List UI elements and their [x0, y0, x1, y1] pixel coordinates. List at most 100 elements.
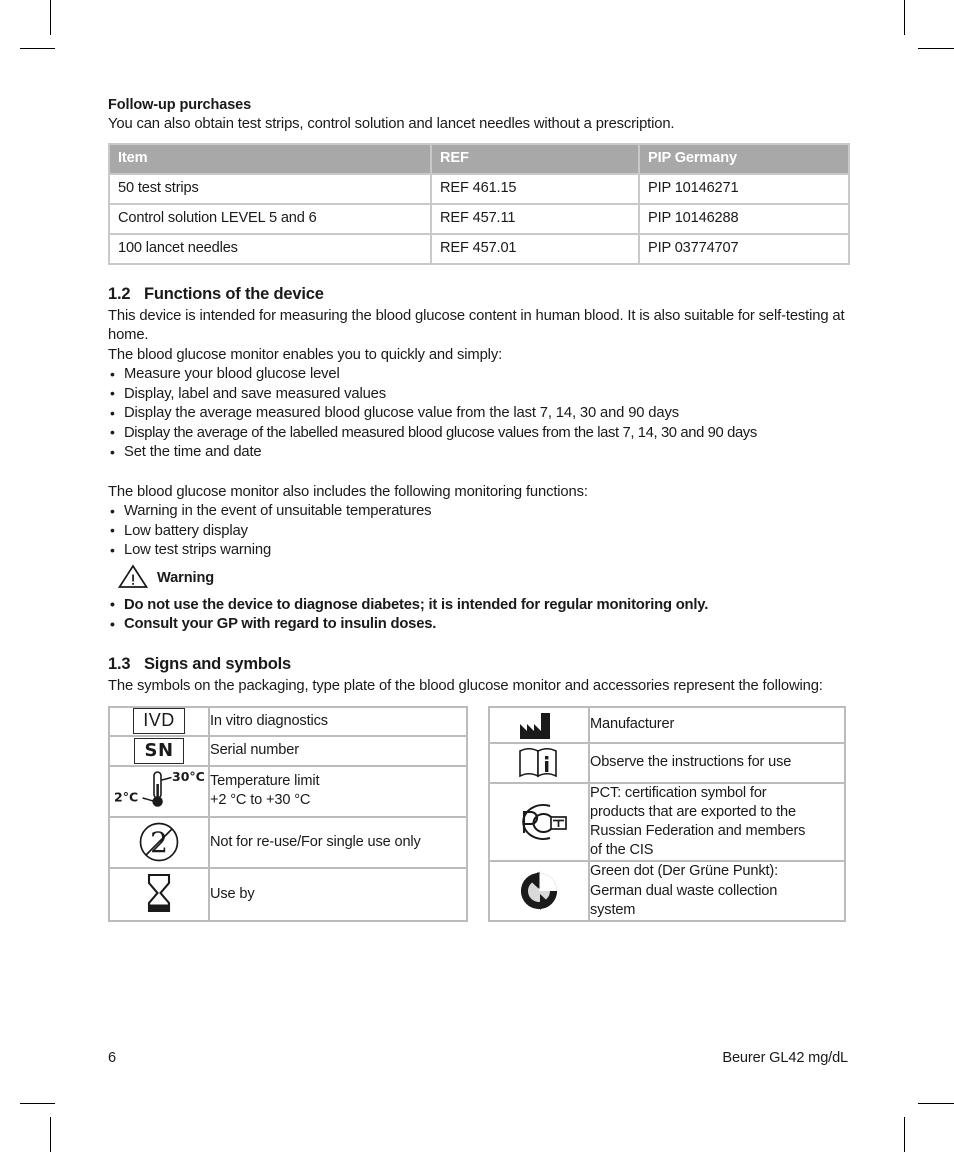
symbol-label: Green dot (Der Grüne Punkt): German dual…: [590, 862, 844, 920]
list-item: Consult your GP with regard to insulin d…: [108, 615, 848, 635]
crop-mark-top-right-horizontal: [918, 48, 954, 50]
signs-intro: The symbols on the packaging, type plate…: [108, 678, 823, 695]
column-header-ref: REF: [432, 144, 638, 173]
list-item: Warning in the event of unsuitable tempe…: [108, 502, 848, 522]
ivd-icon: IVD: [110, 707, 208, 736]
crop-mark-top-left-horizontal: [20, 48, 55, 50]
section-number: 1.3: [108, 655, 131, 674]
svg-text:30°C: 30°C: [172, 769, 205, 784]
instructions-for-use-icon-graphic: [490, 744, 588, 782]
temperature-limit-icon: 30°C 2°C: [110, 766, 208, 816]
symbol-label-line4: of the CIS: [590, 842, 654, 859]
symbol-label: Manufacturer: [590, 707, 844, 742]
temperature-limit-icon-graphic: 30°C 2°C: [110, 768, 208, 814]
functions-paragraph-2: The blood glucose monitor enables you to…: [108, 346, 503, 363]
section-title: Signs and symbols: [144, 655, 291, 674]
table-row: Use by: [110, 868, 466, 920]
warning-label: Warning: [157, 570, 215, 587]
monitoring-bullet-list: Warning in the event of unsuitable tempe…: [108, 502, 848, 561]
pct-certification-icon-graphic: [490, 797, 588, 847]
list-item: Display, label and save measured values: [108, 384, 848, 405]
green-dot-recycling-icon: [490, 862, 588, 920]
symbol-label: Use by: [210, 868, 466, 920]
use-by-hourglass-icon: [110, 868, 208, 920]
table-row: Observe the instructions for use: [490, 743, 844, 782]
warning-triangle-icon: [117, 564, 149, 593]
follow-up-purchases-heading: Follow-up purchases: [108, 97, 252, 113]
column-header-item: Item: [110, 144, 430, 173]
table-row: SN Serial number: [110, 737, 466, 765]
manufacturer-factory-icon-graphic: [490, 708, 588, 742]
table-row: 30°C 2°C Temperature limit +2 °C to +30 …: [110, 766, 466, 816]
functions-paragraph-1: This device is intended for measuring th…: [108, 307, 845, 344]
list-item: Do not use the device to diagnose diabet…: [108, 595, 848, 616]
sn-icon-label: SN: [134, 738, 184, 765]
green-dot-recycling-icon-graphic: [490, 869, 588, 913]
ivd-icon-label: IVD: [133, 708, 185, 735]
cell-pip: PIP 10146288: [640, 204, 848, 233]
symbol-label-line2: +2 °C to +30 °C: [210, 792, 311, 809]
product-name: Beurer GL42 mg/dL: [722, 1050, 848, 1066]
page-number: 6: [108, 1050, 116, 1066]
table-row: Green dot (Der Grüne Punkt): German dual…: [490, 862, 844, 920]
table-row: 100 lancet needles REF 457.01 PIP 037747…: [110, 234, 848, 263]
symbol-label: Temperature limit +2 °C to +30 °C: [210, 766, 466, 816]
symbol-label-line2: German dual waste collection: [590, 882, 778, 899]
symbols-table-right: Manufacturer Observe the instructions fo…: [488, 705, 846, 922]
crop-mark-bottom-left-horizontal: [20, 1103, 55, 1105]
list-item: Low test strips warning: [108, 541, 848, 561]
manufacturer-factory-icon: [490, 707, 588, 742]
functions-bullet-list: Measure your blood glucose level Display…: [108, 365, 848, 463]
list-item: Set the time and date: [108, 443, 848, 463]
symbol-label-line1: Green dot (Der Grüne Punkt):: [590, 863, 779, 880]
list-item: Display the average measured blood gluco…: [108, 404, 848, 424]
warning-header: Warning: [108, 564, 848, 593]
cell-ref: REF 457.11: [432, 204, 638, 233]
cell-pip: PIP 03774707: [640, 234, 848, 263]
cell-item: Control solution LEVEL 5 and 6: [110, 204, 430, 233]
table-row: Control solution LEVEL 5 and 6 REF 457.1…: [110, 204, 848, 233]
symbol-label-line1: Temperature limit: [210, 773, 320, 790]
cell-ref: REF 457.01: [432, 234, 638, 263]
section-number: 1.2: [108, 284, 131, 303]
section-heading-signs: 1.3 Signs and symbols: [108, 654, 848, 675]
symbol-label-line1: PCT: certification symbol for: [590, 784, 767, 801]
section-title: Functions of the device: [144, 284, 324, 303]
table-row: IVD In vitro diagnostics: [110, 707, 466, 736]
column-header-pip: PIP Germany: [640, 144, 848, 173]
page-content: Follow-up purchases You can also obtain …: [108, 96, 850, 922]
cell-ref: REF 461.15: [432, 174, 638, 203]
symbol-label-line3: system: [590, 901, 636, 918]
no-reuse-icon: 2: [110, 817, 208, 867]
purchases-table: Item REF PIP Germany 50 test strips REF …: [108, 142, 850, 265]
crop-mark-bottom-right-horizontal: [918, 1103, 954, 1105]
list-item: Measure your blood glucose level: [108, 365, 848, 385]
symbol-label: In vitro diagnostics: [210, 707, 466, 736]
symbol-label: Observe the instructions for use: [590, 743, 844, 782]
list-item: Display the average of the labelled meas…: [108, 423, 848, 444]
svg-text:2°C: 2°C: [114, 790, 138, 805]
table-row: Manufacturer: [490, 707, 844, 742]
crop-mark-bottom-right-vertical: [904, 1117, 906, 1152]
symbol-label-line3: Russian Federation and members: [590, 822, 806, 839]
table-header-row: Item REF PIP Germany: [110, 144, 848, 173]
monitoring-functions-intro: The blood glucose monitor also includes …: [108, 483, 588, 500]
pct-certification-icon: [490, 783, 588, 861]
table-row: 50 test strips REF 461.15 PIP 10146271: [110, 174, 848, 203]
instructions-for-use-icon: [490, 743, 588, 782]
crop-mark-top-right-vertical: [904, 0, 906, 35]
table-row: 2 Not for re-use/For single use only: [110, 817, 466, 867]
page-footer: 6 Beurer GL42 mg/dL: [108, 1050, 848, 1066]
symbols-table-left: IVD In vitro diagnostics SN Serial numbe…: [108, 705, 468, 922]
section-heading-functions: 1.2 Functions of the device: [108, 284, 848, 305]
follow-up-purchases-intro: You can also obtain test strips, control…: [108, 116, 675, 132]
cell-item: 50 test strips: [110, 174, 430, 203]
crop-mark-bottom-left-vertical: [50, 1117, 52, 1152]
crop-mark-top-left-vertical: [50, 0, 52, 35]
warning-bullet-list: Do not use the device to diagnose diabet…: [108, 595, 848, 635]
list-item: Low battery display: [108, 521, 848, 542]
table-row: PCT: certification symbol for products t…: [490, 783, 844, 861]
symbols-tables-container: IVD In vitro diagnostics SN Serial numbe…: [108, 705, 848, 922]
cell-item: 100 lancet needles: [110, 234, 430, 263]
symbol-label: Not for re-use/For single use only: [210, 817, 466, 867]
